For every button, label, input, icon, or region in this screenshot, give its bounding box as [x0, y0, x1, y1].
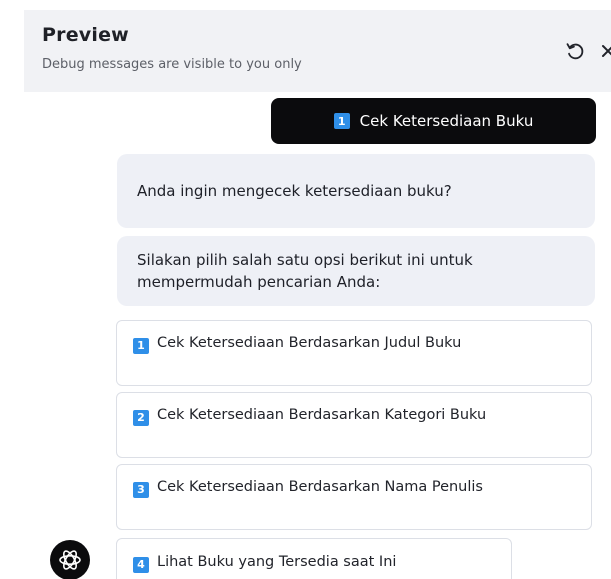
- refresh-icon[interactable]: [564, 40, 586, 62]
- number-badge: 2: [133, 410, 149, 426]
- debug-notice: Debug messages are visible to you only: [42, 57, 302, 72]
- option-button-judul[interactable]: 1 Cek Ketersediaan Berdasarkan Judul Buku: [116, 320, 592, 386]
- bot-logo-icon: [59, 550, 81, 570]
- number-badge: 3: [133, 482, 149, 498]
- bot-message-text: Anda ingin mengecek ketersediaan buku?: [137, 182, 452, 200]
- number-badge: 1: [333, 113, 350, 129]
- preview-header: Preview Debug messages are visible to yo…: [24, 10, 611, 92]
- chat-preview-panel: Preview Debug messages are visible to yo…: [0, 0, 611, 579]
- option-button-kategori[interactable]: 2 Cek Ketersediaan Berdasarkan Kategori B…: [116, 392, 592, 458]
- option-label: Cek Ketersediaan Berdasarkan Kategori Bu…: [157, 407, 487, 423]
- number-badge: 4: [133, 557, 149, 573]
- number-badge: 1: [133, 338, 149, 354]
- avatar: [50, 540, 90, 579]
- page-title: Preview: [42, 24, 129, 46]
- bot-message-text: Silakan pilih salah satu opsi berikut in…: [137, 251, 473, 291]
- option-label: Cek Ketersediaan Berdasarkan Judul Buku: [157, 335, 462, 351]
- option-button-penulis[interactable]: 3 Cek Ketersediaan Berdasarkan Nama Penul…: [116, 464, 592, 530]
- close-icon[interactable]: [600, 43, 611, 59]
- bot-message-bubble: Anda ingin mengecek ketersediaan buku?: [117, 154, 595, 228]
- bot-message-bubble: Silakan pilih salah satu opsi berikut in…: [117, 236, 595, 306]
- user-message-text: Cek Ketersediaan Buku: [359, 112, 534, 130]
- user-message-bubble: 1 Cek Ketersediaan Buku: [271, 98, 596, 144]
- option-label: Cek Ketersediaan Berdasarkan Nama Penuli…: [157, 479, 483, 495]
- option-button-tersedia[interactable]: 4 Lihat Buku yang Tersedia saat Ini: [116, 538, 512, 579]
- option-label: Lihat Buku yang Tersedia saat Ini: [157, 554, 397, 570]
